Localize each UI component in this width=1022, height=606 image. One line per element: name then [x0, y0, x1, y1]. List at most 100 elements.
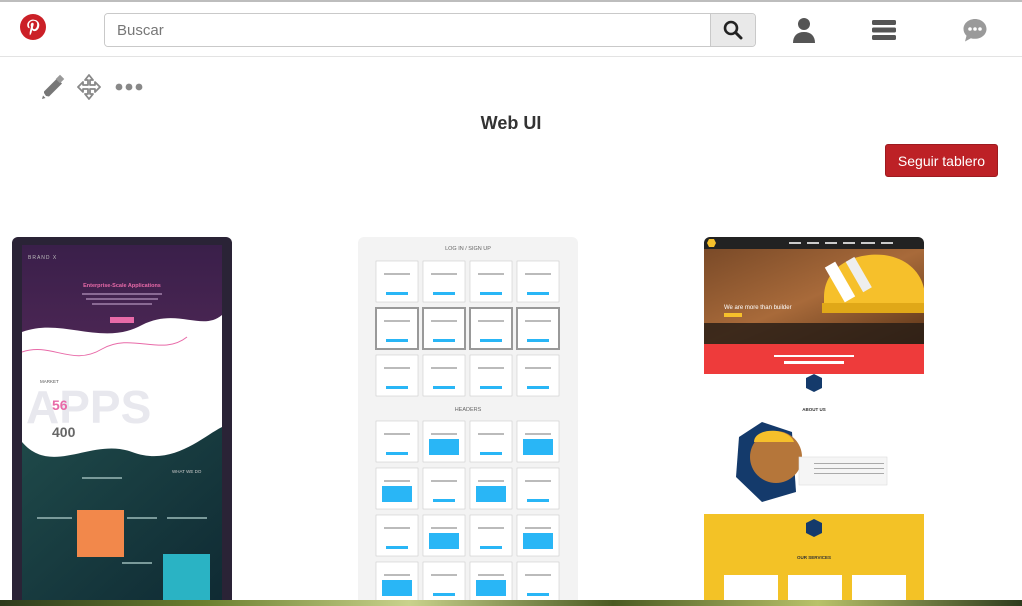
wireframe-thumb-bar — [433, 292, 455, 295]
wireframe-thumb — [469, 354, 513, 397]
wireframe-thumb — [469, 260, 513, 303]
wireframe-thumb-line — [384, 273, 410, 275]
search-bar — [104, 13, 756, 47]
move-icon[interactable] — [74, 72, 104, 102]
pin-apps-landing[interactable]: BRAND X Enterprise-Scale Applications AP… — [12, 237, 232, 606]
wireframe-thumb-line — [478, 527, 504, 529]
wireframe-thumb-fill — [382, 486, 412, 502]
wireframe-thumb-line — [431, 320, 457, 322]
wireframe-thumb-bar — [386, 386, 408, 389]
wireframe-thumb-line — [478, 320, 504, 322]
search-icon — [723, 20, 743, 40]
wireframe-thumb-line — [384, 367, 410, 369]
top-bar — [0, 0, 1022, 57]
wireframe-thumb — [375, 514, 419, 557]
apps-stat-2: 400 — [52, 424, 76, 440]
wireframe-thumb — [422, 307, 466, 350]
wireframe-thumb-bar — [386, 452, 408, 455]
bottom-image-strip — [0, 600, 1022, 606]
wireframe-thumb-fill — [523, 439, 553, 455]
apps-brand-text: BRAND X — [28, 255, 57, 261]
user-icon[interactable] — [790, 16, 818, 44]
wireframe-thumb-bar — [433, 593, 455, 596]
wireframe-thumb-bar — [480, 452, 502, 455]
wireframe-thumb — [516, 354, 560, 397]
wireframe-thumb-fill — [382, 580, 412, 596]
wireframe-thumb-line — [478, 574, 504, 576]
wireframe-thumb-line — [384, 480, 410, 482]
wireframe-thumb-bar — [433, 339, 455, 342]
wireframe-thumb — [469, 420, 513, 463]
wireframe-thumb-fill — [429, 533, 459, 549]
wireframe-thumb-bar — [527, 292, 549, 295]
wireframe-thumb-bar — [386, 546, 408, 549]
wireframe-thumb-line — [478, 367, 504, 369]
wireframe-thumb-bar — [480, 292, 502, 295]
wireframe-thumb-bar — [527, 339, 549, 342]
construction-services: OUR SERVICES — [797, 555, 831, 560]
wireframe-thumb-bar — [433, 386, 455, 389]
pencil-icon[interactable] — [38, 72, 68, 102]
more-icon[interactable] — [114, 72, 144, 102]
wireframe-thumb-bar — [480, 546, 502, 549]
wireframe-thumb-bar — [527, 499, 549, 502]
wireframe-thumb-bar — [386, 339, 408, 342]
wireframe-thumb-line — [525, 574, 551, 576]
construction-image: We are more than builder ABOUT US OUR SE… — [704, 237, 924, 606]
wireframe-thumb — [422, 467, 466, 510]
pin-construction[interactable]: We are more than builder ABOUT US OUR SE… — [704, 237, 924, 606]
follow-board-button[interactable]: Seguir tablero — [885, 144, 998, 177]
wireframe-thumb — [469, 307, 513, 350]
wireframe-thumb — [422, 260, 466, 303]
board-tools — [38, 72, 148, 104]
wireframe-image: LOG IN / SIGN UP HEADERS — [358, 237, 578, 606]
wireframe-thumb-fill — [429, 439, 459, 455]
wireframe-thumb-line — [431, 527, 457, 529]
construction-headline: We are more than builder — [724, 305, 792, 311]
apps-section-text: WHAT WE DO — [172, 469, 202, 474]
wireframe-thumb-line — [478, 480, 504, 482]
search-input[interactable] — [105, 14, 711, 46]
wireframe-thumb — [422, 354, 466, 397]
wireframe-thumb-line — [431, 574, 457, 576]
wireframe-thumb-fill — [476, 486, 506, 502]
wireframe-thumb — [516, 561, 560, 604]
board-title: Web UI — [480, 113, 542, 133]
wireframe-thumb — [375, 420, 419, 463]
wireframe-thumb-line — [384, 527, 410, 529]
wireframe-heading-1: LOG IN / SIGN UP — [445, 246, 491, 252]
search-button[interactable] — [710, 14, 755, 46]
wireframe-thumb — [516, 260, 560, 303]
construction-about: ABOUT US — [802, 407, 826, 412]
apps-watermark-text: APPS — [26, 381, 151, 433]
wireframe-thumb-bar — [433, 499, 455, 502]
menu-icon[interactable] — [870, 16, 898, 44]
wireframe-thumb-line — [431, 480, 457, 482]
wireframe-thumb — [375, 307, 419, 350]
wireframe-thumb — [469, 514, 513, 557]
wireframe-thumb-line — [525, 273, 551, 275]
wireframe-thumb-line — [384, 574, 410, 576]
wireframe-thumb-bar — [527, 593, 549, 596]
wireframe-thumb-line — [478, 273, 504, 275]
wireframe-thumb — [516, 307, 560, 350]
apps-headline-text: Enterprise-Scale Applications — [83, 283, 161, 289]
wireframe-thumb — [375, 260, 419, 303]
apps-landing-image: BRAND X Enterprise-Scale Applications AP… — [12, 237, 232, 606]
wireframe-thumb-fill — [523, 533, 553, 549]
wireframe-thumb-line — [478, 433, 504, 435]
wireframe-thumb-line — [384, 433, 410, 435]
wireframe-thumb-line — [431, 273, 457, 275]
wireframe-heading-2: HEADERS — [455, 407, 482, 413]
pinterest-logo-icon[interactable] — [20, 14, 46, 40]
wireframe-thumb-line — [525, 320, 551, 322]
wireframe-thumb-line — [525, 527, 551, 529]
wireframe-thumb — [375, 354, 419, 397]
pin-wireframes[interactable]: LOG IN / SIGN UP HEADERS — [358, 237, 578, 606]
wireframe-thumb-line — [525, 433, 551, 435]
wireframe-thumb-line — [431, 433, 457, 435]
wireframe-thumb — [516, 467, 560, 510]
chat-icon[interactable] — [961, 16, 989, 44]
wireframe-thumb-line — [525, 367, 551, 369]
apps-market-text: MARKET — [40, 379, 59, 384]
